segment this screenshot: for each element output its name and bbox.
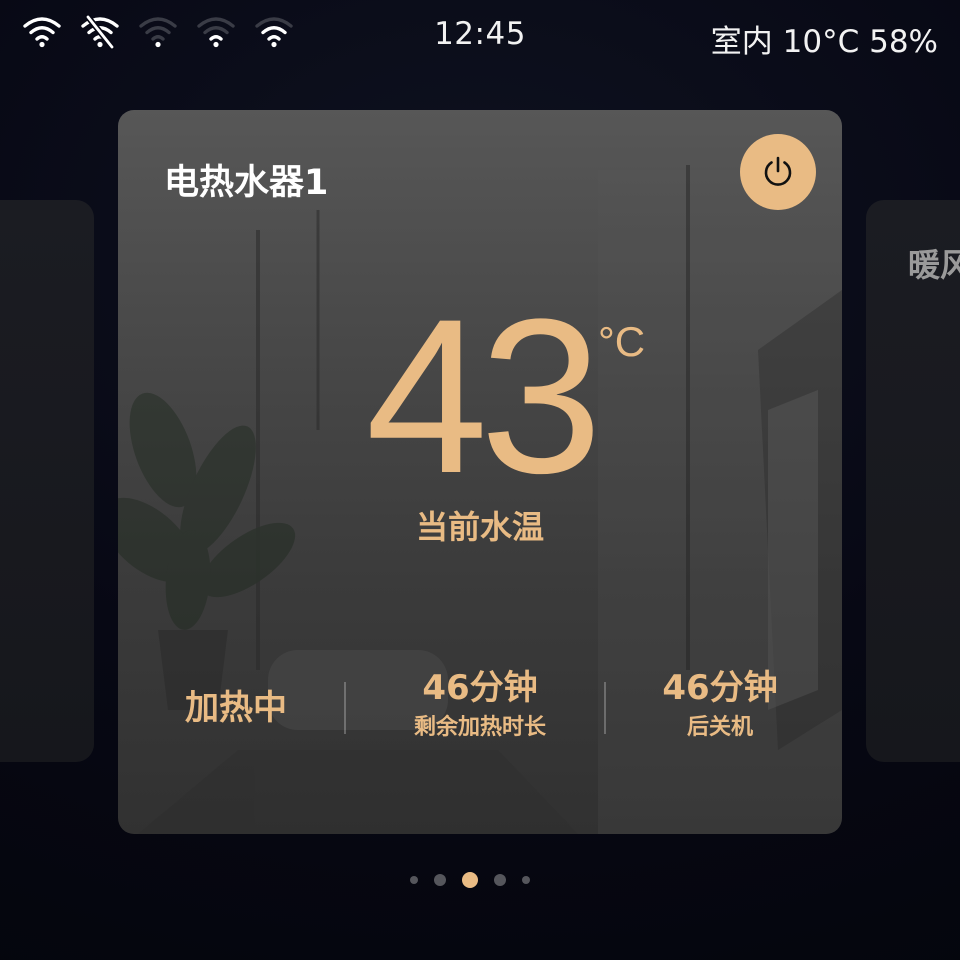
power-icon <box>764 156 792 186</box>
heating-status: 加热中 <box>158 688 314 728</box>
temperature-label: 当前水温 <box>415 508 544 546</box>
page-indicator <box>0 870 960 890</box>
next-device-card[interactable]: 暖风 <box>866 200 960 762</box>
page-dot-active[interactable] <box>462 872 478 888</box>
indoor-climate: 室内 10°C 58% <box>710 24 938 60</box>
remaining-time-label: 剩余加热时长 <box>413 715 546 740</box>
page-dot[interactable] <box>410 876 418 884</box>
temperature-unit: °C <box>598 318 646 365</box>
stats-divider <box>344 682 346 734</box>
remaining-heating-time: 46分钟 剩余加热时长 <box>390 668 570 742</box>
remaining-time-value: 46分钟 <box>422 668 538 708</box>
current-temperature: 43 <box>365 273 603 519</box>
next-device-title: 暖风 <box>908 246 960 284</box>
device-title: 电热水器1 <box>164 163 329 203</box>
status-stats-row: 加热中 46分钟 剩余加热时长 46分钟 后关机 <box>118 668 842 758</box>
power-button[interactable] <box>740 134 816 210</box>
page-dot[interactable] <box>434 874 446 886</box>
shutdown-time-value: 46分钟 <box>662 668 778 708</box>
shutdown-time-label: 后关机 <box>686 715 753 740</box>
page-dot[interactable] <box>494 874 506 886</box>
page-dot[interactable] <box>522 876 530 884</box>
shutdown-timer: 46分钟 后关机 <box>636 668 804 742</box>
previous-device-card[interactable] <box>0 200 94 762</box>
heating-status-text: 加热中 <box>185 688 287 728</box>
status-bar: 12:45 室内 10°C 58% <box>0 0 960 72</box>
water-heater-card[interactable]: 电热水器1 43 °C 当前水温 加热中 46分钟 剩余加热时长 46分钟 后关… <box>118 110 842 834</box>
stats-divider <box>604 682 606 734</box>
